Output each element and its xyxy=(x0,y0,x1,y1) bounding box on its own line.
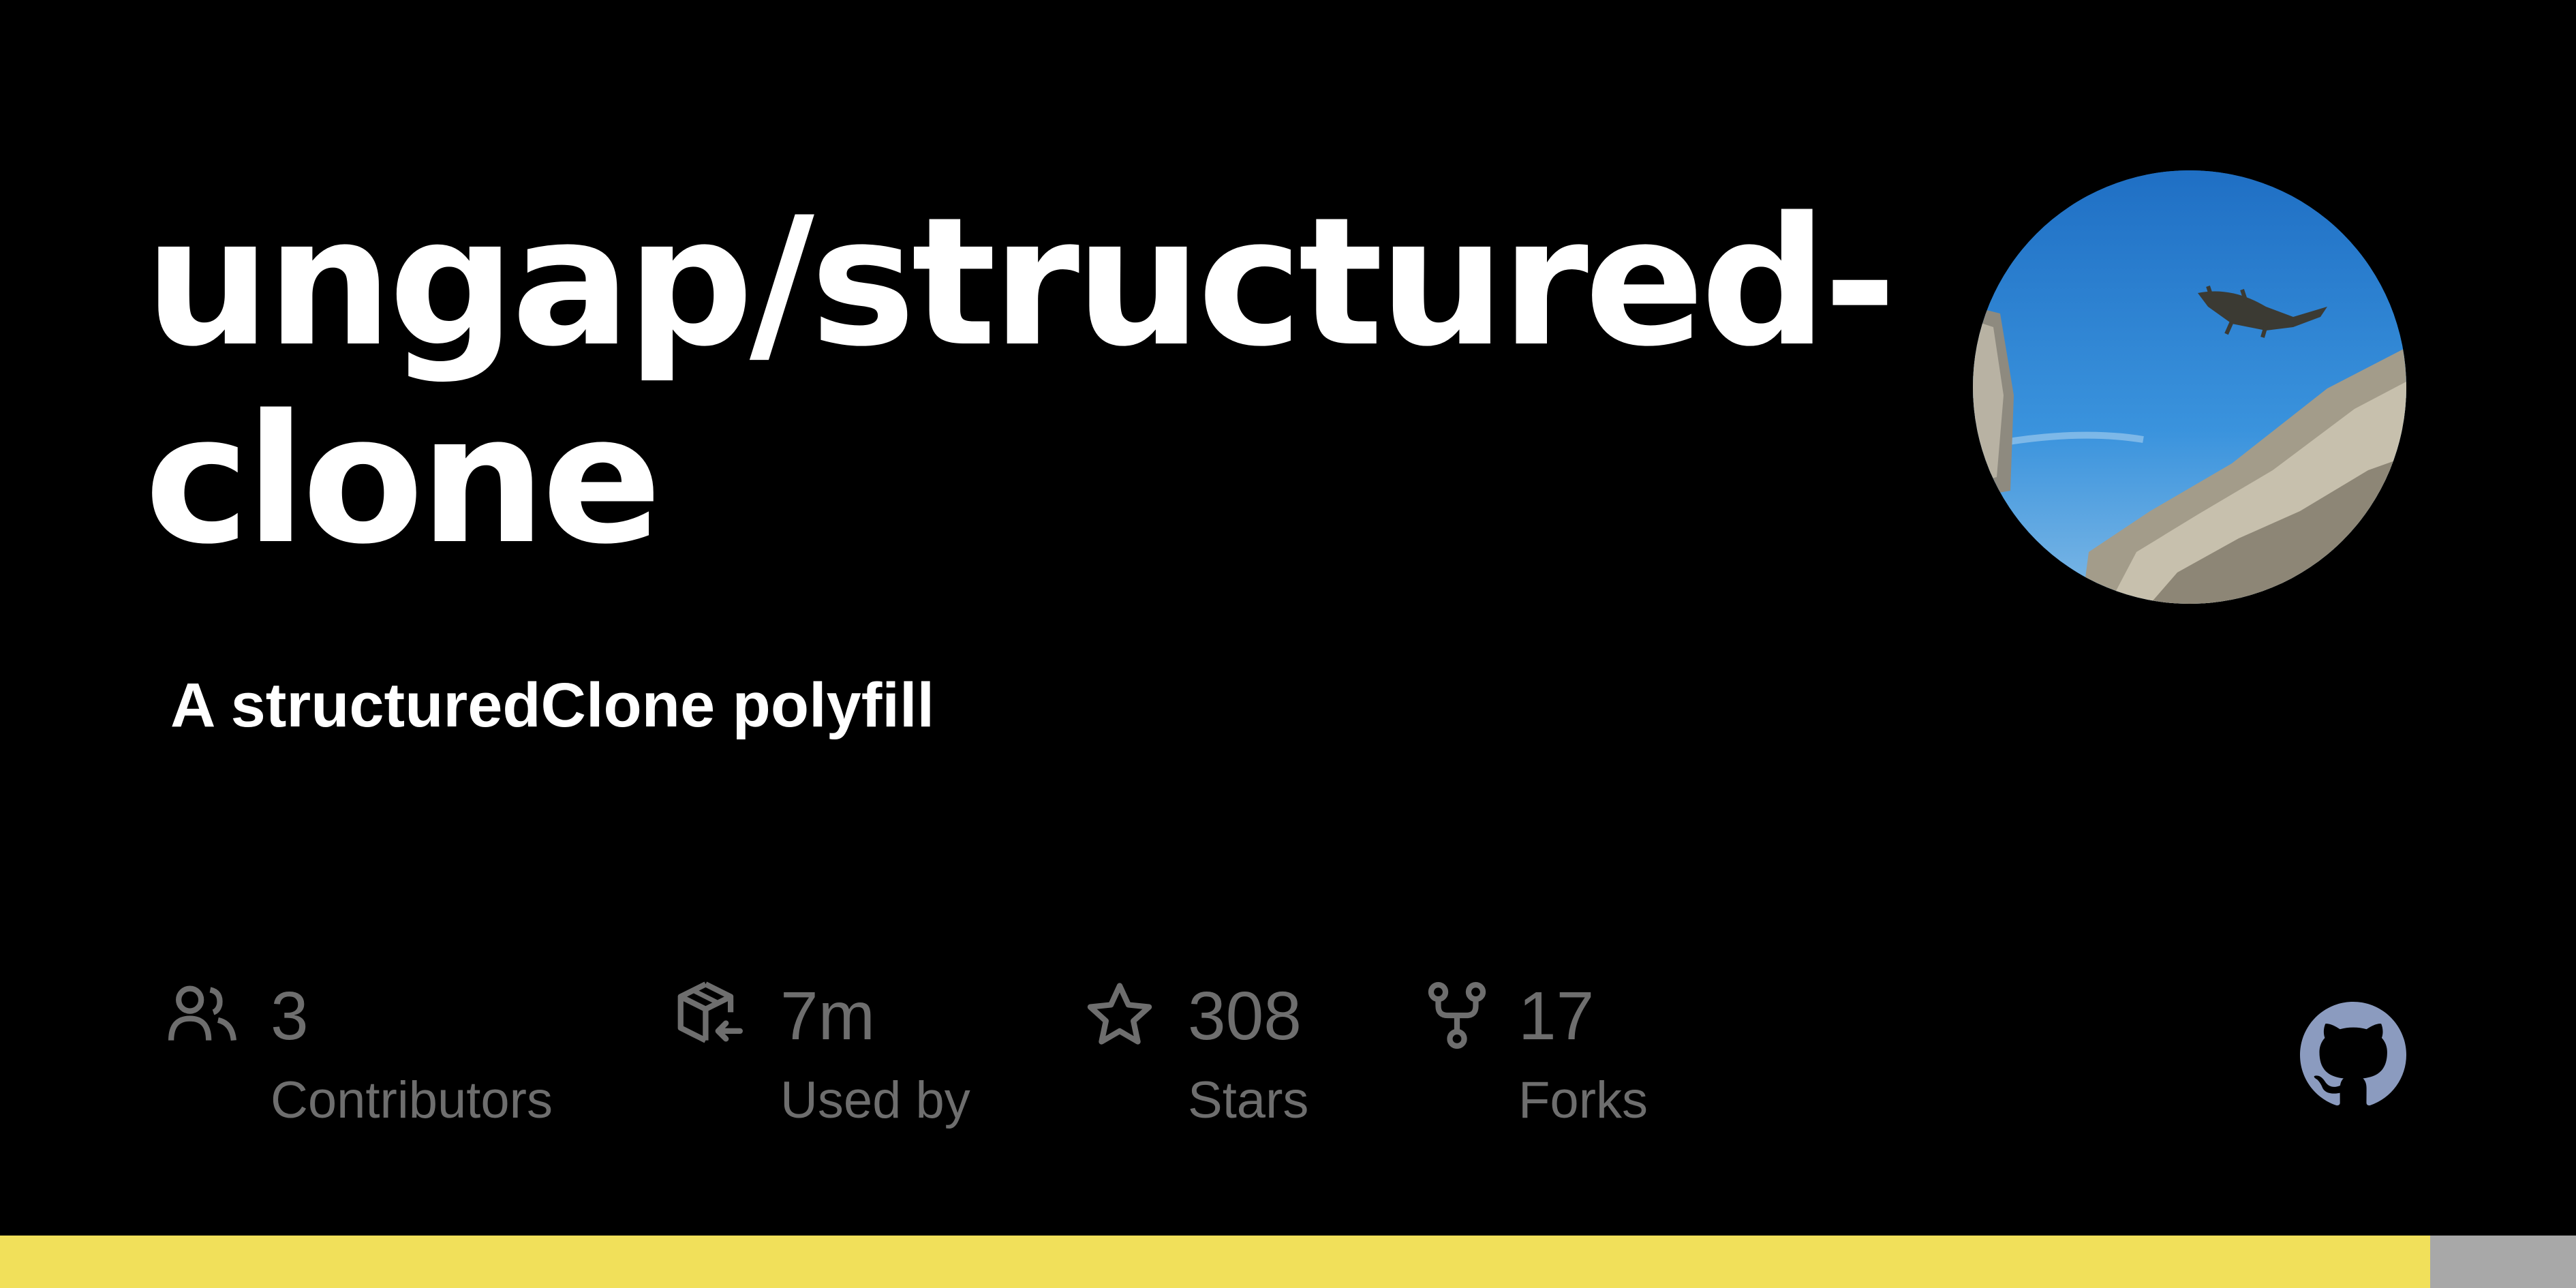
avatar-photo xyxy=(1973,170,2406,604)
used-by-count: 7m xyxy=(780,978,875,1054)
github-mark-icon[interactable] xyxy=(2300,1002,2406,1108)
forks-count: 17 xyxy=(1518,978,1595,1054)
stars-count: 308 xyxy=(1188,978,1302,1054)
repo-title: ungap/structured-clone xyxy=(144,184,1897,579)
repo-title-line-2: clone xyxy=(144,378,662,583)
contributors-label: Contributors xyxy=(271,1071,553,1129)
used-by-label: Used by xyxy=(780,1071,970,1129)
repo-title-line-1: ungap/structured- xyxy=(144,180,1897,386)
language-bar xyxy=(0,1236,2576,1288)
repo-description: A structuredClone polyfill xyxy=(170,671,935,740)
owner-avatar xyxy=(1973,170,2406,604)
contributors-count: 3 xyxy=(271,978,309,1054)
language-segment xyxy=(0,1236,2431,1288)
people-icon xyxy=(168,985,236,1041)
star-icon xyxy=(1087,983,1152,1045)
forks-label: Forks xyxy=(1518,1071,1648,1129)
stars-label: Stars xyxy=(1188,1071,1309,1129)
package-dependents-icon xyxy=(677,981,743,1043)
repo-forked-icon xyxy=(1428,981,1486,1049)
language-segment xyxy=(2430,1236,2576,1288)
